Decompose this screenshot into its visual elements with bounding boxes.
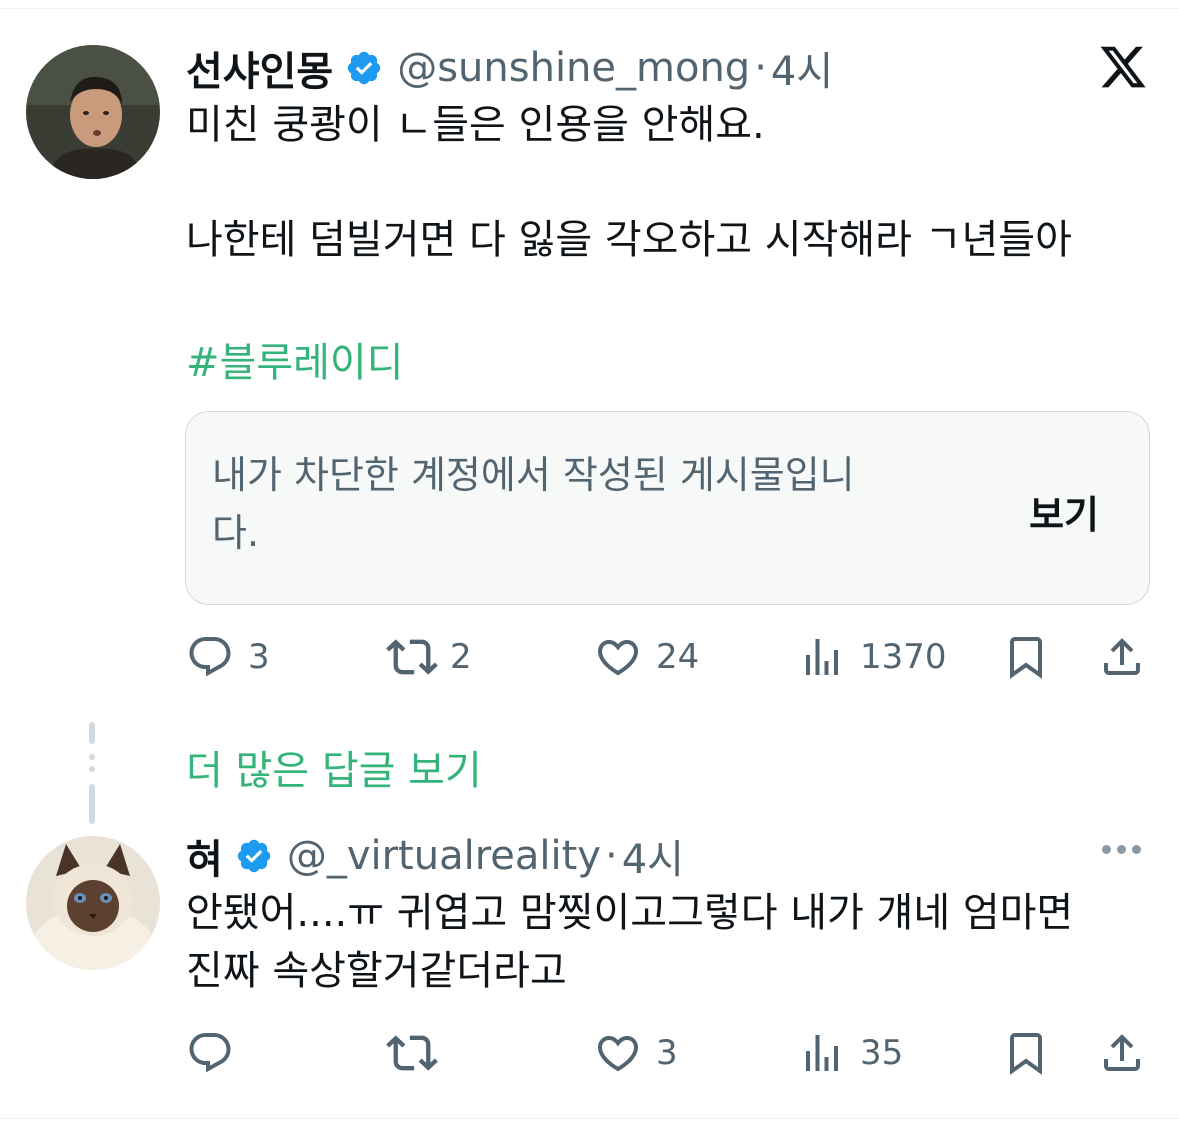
thread-dot [89,754,95,760]
repost-button[interactable] [386,1028,452,1078]
thread-line [89,784,95,824]
timestamp[interactable]: 4시 [771,39,833,97]
bottom-divider [0,1118,1179,1119]
handle[interactable]: @sunshine_mong [397,45,750,91]
verified-badge-icon [345,49,383,87]
bookmark-button[interactable] [1002,1028,1050,1078]
like-button[interactable]: 3 [594,1028,678,1078]
avatar[interactable] [26,45,160,179]
avatar[interactable] [26,836,160,970]
like-button[interactable]: 24 [594,632,699,682]
x-logo-icon[interactable] [1098,42,1148,92]
tweet-actions: 3 2 24 1370 [186,632,1148,682]
reply-button[interactable]: 3 [186,632,270,682]
repost-icon [386,639,438,675]
like-icon [597,1036,639,1072]
view-count: 35 [860,1033,904,1073]
reply-icon [189,1033,231,1073]
reply-text-line-1: 안됐어....ㅠ 귀엽고 맘찢이고그렇다 내가 걔네 엄마면 [186,890,1074,936]
verified-badge-icon [235,837,273,875]
bookmark-button[interactable] [1002,632,1050,682]
display-name[interactable]: 혀 [186,827,223,885]
separator-dot: · [604,833,618,879]
show-more-replies-link[interactable]: 더 많은 답글 보기 [186,738,482,796]
blocked-quote-message-line-1: 내가 차단한 계정에서 작성된 게시물입니 [212,453,855,497]
tweet-text-line-1: 미친 쿵쾅이 ㄴ들은 인용을 안해요. [186,102,765,148]
views-button[interactable]: 1370 [798,632,947,682]
reply-header: 혀 @_virtualreality · 4시 [186,828,684,884]
share-icon [1104,1034,1140,1071]
hashtag-link[interactable]: #블루레이디 [186,330,404,388]
reply-button[interactable] [186,1028,248,1078]
top-divider [0,8,1179,9]
blocked-quote-message-line-2: 다. [212,511,260,555]
thread-line [89,722,95,744]
share-icon [1104,638,1140,675]
views-icon [806,639,838,675]
reply-icon [189,637,231,677]
like-icon [597,640,639,676]
tweet-text-line-2: 나한테 덤빌거면 다 잃을 각오하고 시작해라 ㄱ년들아 [186,217,1072,263]
display-name[interactable]: 선샤인몽 [186,39,333,97]
like-count: 3 [656,1033,678,1073]
reply-text-line-2: 진짜 속상할거같더라고 [186,948,567,994]
thread-dot [89,766,95,772]
blocked-quote-card: 내가 차단한 계정에서 작성된 게시물입니 다. 보기 [185,411,1150,605]
share-button[interactable] [1098,1028,1146,1078]
views-button[interactable]: 35 [798,1028,903,1078]
handle[interactable]: @_virtualreality [287,833,601,879]
reply-actions: 3 35 [186,1028,1148,1078]
reply-count: 3 [248,637,270,677]
views-icon [806,1035,838,1071]
view-count: 1370 [860,637,947,677]
repost-button[interactable]: 2 [386,632,472,682]
separator-dot: · [754,45,767,91]
bookmark-icon [1010,1033,1042,1075]
blocked-quote-message: 내가 차단한 계정에서 작성된 게시물입니 다. [212,446,932,562]
tweet-header: 선샤인몽 @sunshine_mong · 4시 [186,40,833,96]
bookmark-icon [1010,637,1042,679]
share-button[interactable] [1098,632,1146,682]
view-button[interactable]: 보기 [1029,484,1099,539]
timestamp[interactable]: 4시 [622,827,684,885]
like-count: 24 [656,637,700,677]
repost-icon [386,1035,438,1071]
repost-count: 2 [450,637,472,677]
more-icon[interactable] [1102,845,1141,854]
